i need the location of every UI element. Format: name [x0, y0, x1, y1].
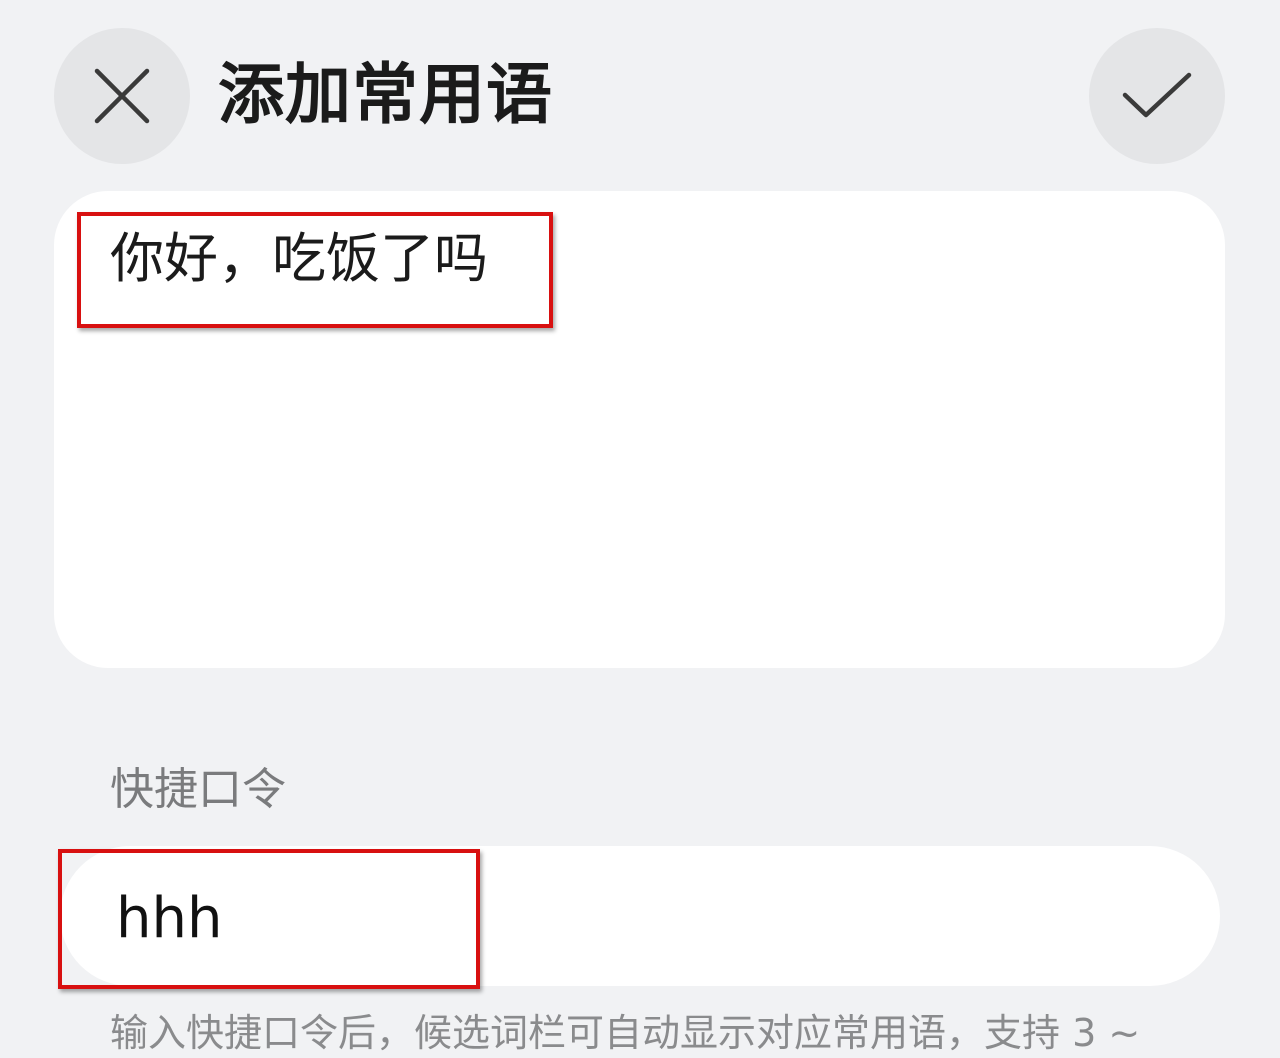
- shortcut-label: 快捷口令: [110, 764, 286, 815]
- close-button[interactable]: [54, 28, 190, 164]
- check-icon: [1122, 72, 1192, 118]
- close-icon: [94, 68, 150, 124]
- shortcut-hint: 输入快捷口令后，候选词栏可自动显示对应常用语，支持 3 ~: [110, 1011, 1141, 1055]
- confirm-button[interactable]: [1089, 28, 1225, 164]
- shortcut-value: hhh: [116, 886, 223, 951]
- phrase-content-text: 你好，吃饭了吗: [110, 227, 488, 290]
- page-title: 添加常用语: [218, 56, 553, 133]
- shortcut-input[interactable]: [60, 846, 1220, 986]
